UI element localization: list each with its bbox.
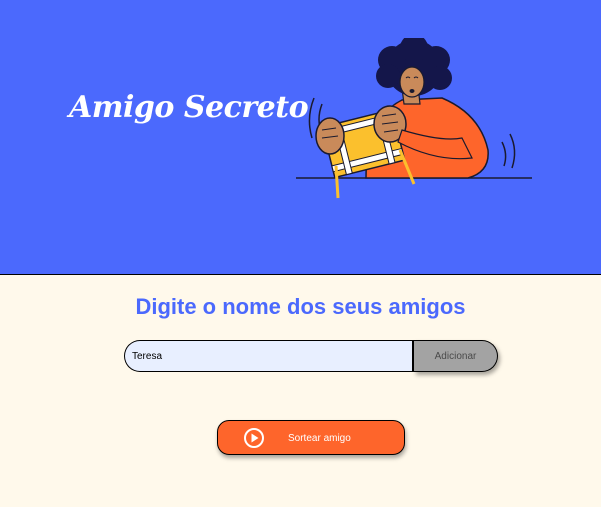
person-holding-gift-box-illustration [296,38,532,199]
play-circle-icon [244,428,264,448]
draw-button-label: Sortear amigo [288,433,351,444]
page: Amigo Secreto Digite o nome dos seus ami… [0,0,601,507]
friend-name-input[interactable] [124,340,414,372]
page-heading: Digite o nome dos seus amigos [135,294,466,319]
header-banner: Amigo Secreto [0,0,601,275]
add-friend-form: Adicionar [124,340,498,372]
app-title: Amigo Secreto [69,90,309,125]
add-button[interactable]: Adicionar [414,340,498,372]
draw-friend-button[interactable]: Sortear amigo [217,420,405,455]
